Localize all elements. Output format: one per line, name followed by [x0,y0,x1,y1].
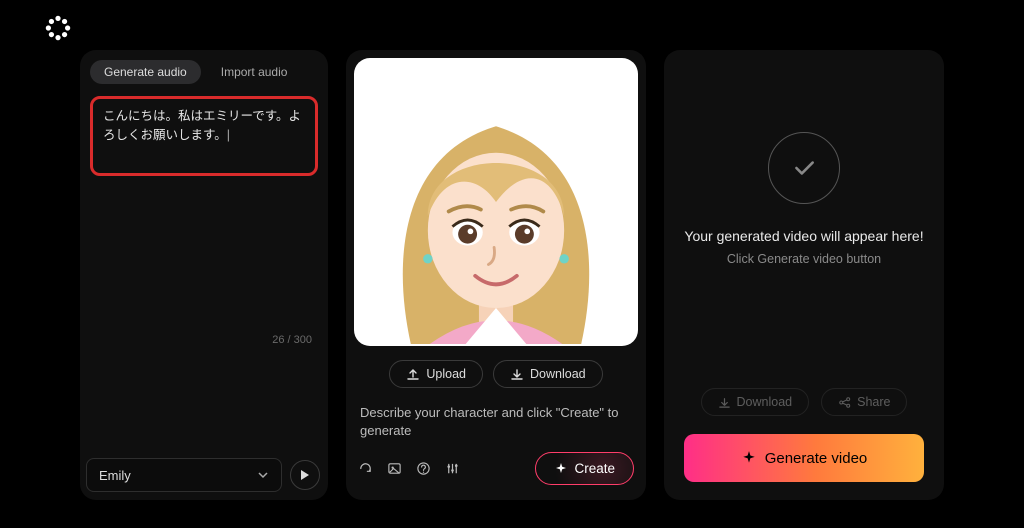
tab-import-audio[interactable]: Import audio [207,60,302,84]
avatar-panel: Upload Download Describe your character … [346,50,646,500]
voice-select[interactable]: Emily [86,458,282,492]
output-title: Your generated video will appear here! [684,228,923,244]
voice-selected-label: Emily [99,468,131,483]
check-icon [791,155,817,181]
describe-hint: Describe your character and click "Creat… [346,390,646,446]
chevron-down-icon [257,469,269,481]
script-textarea[interactable]: こんにちは。私はエミリーです。よろしくお願いします。| [90,96,318,176]
upload-label: Upload [426,367,466,381]
sparkle-icon [741,450,757,466]
create-button[interactable]: Create [535,452,634,485]
avatar-image [354,58,638,346]
script-text: こんにちは。私はエミリーです。よろしくお願いします。 [103,109,301,142]
download-avatar-button[interactable]: Download [493,360,603,388]
download-icon [510,367,524,381]
app-logo [44,14,72,42]
status-indicator [768,132,840,204]
download-icon [718,396,731,409]
help-icon[interactable] [416,461,431,476]
share-icon [838,396,851,409]
tab-generate-audio[interactable]: Generate audio [90,60,201,84]
avatar-preview [354,58,638,346]
refresh-icon[interactable] [358,461,373,476]
sliders-icon[interactable] [445,461,460,476]
output-subtitle: Click Generate video button [727,252,881,266]
share-label: Share [857,395,890,409]
create-label: Create [574,461,615,476]
share-button: Share [821,388,907,416]
image-icon[interactable] [387,461,402,476]
upload-icon [406,367,420,381]
play-button[interactable] [290,460,320,490]
download-avatar-label: Download [530,367,586,381]
audio-panel: Generate audio Import audio こんにちは。私はエミリー… [80,50,328,500]
download-video-button: Download [701,388,810,416]
play-icon [300,469,310,481]
generate-label: Generate video [765,450,868,467]
output-panel: Your generated video will appear here! C… [664,50,944,500]
upload-button[interactable]: Upload [389,360,483,388]
download-video-label: Download [737,395,793,409]
sparkle-icon [554,462,568,476]
generate-video-button[interactable]: Generate video [684,434,924,482]
char-counter: 26 / 300 [268,184,312,346]
